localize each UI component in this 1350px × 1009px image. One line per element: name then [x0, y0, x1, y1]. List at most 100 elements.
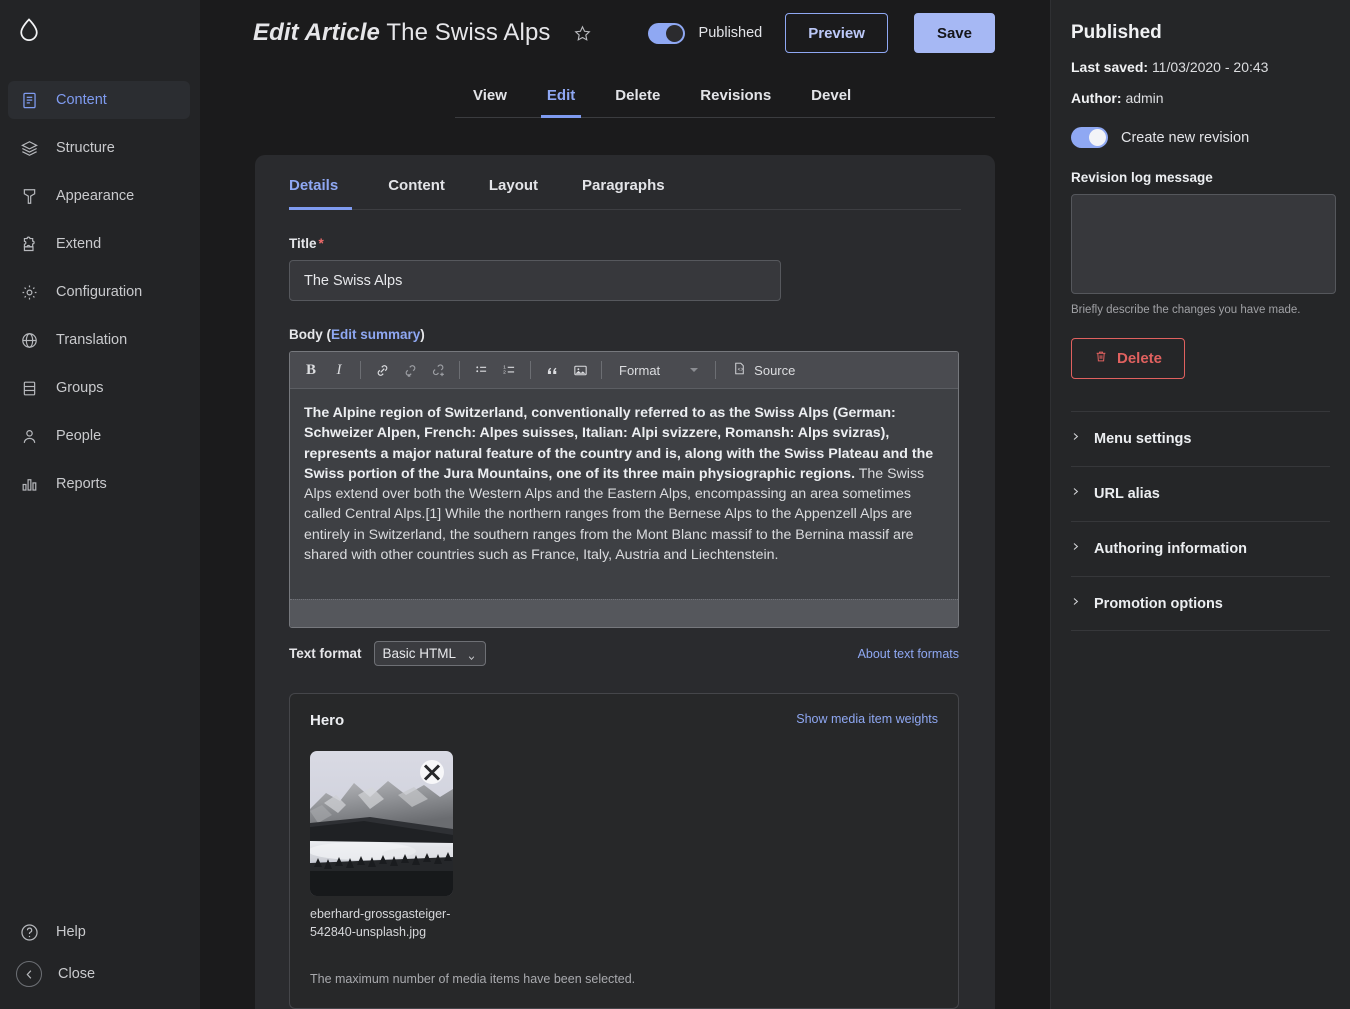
media-thumbnail[interactable]	[310, 751, 453, 896]
show-media-item-weights-link[interactable]: Show media item weights	[796, 712, 938, 726]
svg-text:<>: <>	[738, 367, 744, 373]
title-input[interactable]	[289, 260, 781, 301]
logo[interactable]	[0, 0, 200, 62]
author-label: Author:	[1071, 90, 1122, 106]
chevron-right-icon	[1071, 595, 1080, 613]
sidebar-item-label: People	[56, 427, 102, 444]
blockquote-icon[interactable]	[539, 357, 565, 383]
author-value: admin	[1125, 90, 1164, 106]
page-title-kicker: Edit Article	[253, 19, 381, 46]
add-link-icon[interactable]	[425, 357, 451, 383]
bulleted-list-icon[interactable]	[468, 357, 494, 383]
body-label-text: Body	[289, 327, 323, 342]
node-edit-card: Details Content Layout Paragraphs Title *…	[255, 155, 995, 1009]
media-filename: eberhard-grossgasteiger-542840-unsplash.…	[310, 907, 451, 939]
italic-button[interactable]: I	[326, 357, 352, 383]
published-toggle[interactable]	[647, 22, 685, 44]
tab-view[interactable]: View	[455, 87, 527, 118]
star-outline-icon[interactable]	[571, 23, 593, 45]
tab-devel[interactable]: Devel	[791, 87, 871, 118]
hero-media-field: Hero Show media item weights eberhard-gr…	[289, 693, 959, 1009]
accordion-label: Promotion options	[1094, 595, 1223, 612]
about-text-formats-link[interactable]: About text formats	[858, 647, 959, 661]
body-field-label: Body (Edit summary)	[289, 327, 961, 342]
app-root: Content Structure Appearance Extend Conf…	[0, 0, 1350, 1009]
content-scroll-area[interactable]: Details Content Layout Paragraphs Title *…	[200, 118, 1050, 1009]
help-button[interactable]: Help	[0, 911, 200, 953]
accordion-menu-settings[interactable]: Menu settings	[1071, 411, 1330, 466]
sidebar-item-extend[interactable]: Extend	[8, 225, 190, 263]
close-label: Close	[58, 966, 96, 982]
accordion-authoring-information[interactable]: Authoring information	[1071, 521, 1330, 576]
sidebar-item-translation[interactable]: Translation	[8, 321, 190, 359]
ckeditor-statusbar[interactable]	[290, 599, 958, 627]
hero-header: Hero Show media item weights	[310, 712, 938, 729]
tab-delete[interactable]: Delete	[595, 87, 680, 118]
ckeditor: B I 1 2 Format <> Source The Alpine regi…	[289, 351, 959, 628]
sidebar-item-configuration[interactable]: Configuration	[8, 273, 190, 311]
ckeditor-content[interactable]: The Alpine region of Switzerland, conven…	[290, 389, 958, 599]
form-tab-layout[interactable]: Layout	[467, 177, 560, 210]
create-new-revision-label: Create new revision	[1121, 129, 1250, 146]
form-tab-paragraphs[interactable]: Paragraphs	[560, 177, 687, 210]
accordion-promotion-options[interactable]: Promotion options	[1071, 576, 1330, 631]
text-format-select-wrap: Basic HTML	[373, 641, 486, 666]
sidebar-item-groups[interactable]: Groups	[8, 369, 190, 407]
title-field-group: Title *	[289, 236, 961, 301]
toolbar-divider	[530, 361, 531, 379]
toolbar-divider	[459, 361, 460, 379]
toolbar-divider	[360, 361, 361, 379]
link-icon[interactable]	[369, 357, 395, 383]
svg-text:2: 2	[503, 369, 506, 375]
puzzle-icon	[18, 233, 40, 255]
toggle-knob	[665, 24, 683, 42]
tab-edit[interactable]: Edit	[527, 87, 595, 118]
close-icon	[423, 763, 441, 781]
page-title-name: The Swiss Alps	[386, 19, 551, 46]
chevron-down-icon	[690, 368, 699, 372]
sidebar-item-structure[interactable]: Structure	[8, 129, 190, 167]
delete-button[interactable]: Delete	[1071, 338, 1186, 379]
tab-revisions[interactable]: Revisions	[680, 87, 791, 118]
sidebar-item-appearance[interactable]: Appearance	[8, 177, 190, 215]
person-icon	[18, 425, 40, 447]
sidebar-item-content[interactable]: Content	[8, 81, 190, 119]
unlink-icon[interactable]	[397, 357, 423, 383]
format-dropdown[interactable]: Format	[610, 357, 707, 383]
accordion-label: URL alias	[1094, 486, 1160, 502]
right-sidebar: Published Last saved: 11/03/2020 - 20:43…	[1050, 0, 1350, 1009]
form-tab-content[interactable]: Content	[366, 177, 467, 210]
accordion-url-alias[interactable]: URL alias	[1071, 466, 1330, 521]
close-sidebar-button[interactable]: Close	[0, 953, 200, 995]
revision-log-textarea[interactable]	[1071, 194, 1336, 294]
text-format-row: Text format Basic HTML About text format…	[289, 641, 959, 666]
edit-summary-link[interactable]: Edit summary	[331, 327, 420, 342]
paren-close: )	[420, 327, 425, 342]
form-tab-details[interactable]: Details	[289, 177, 366, 210]
save-button[interactable]: Save	[913, 13, 995, 53]
chevron-right-icon	[1071, 540, 1080, 558]
last-saved-label: Last saved:	[1071, 59, 1149, 75]
sidebar-item-people[interactable]: People	[8, 417, 190, 455]
paintbrush-icon	[18, 185, 40, 207]
sidebar-item-reports[interactable]: Reports	[8, 465, 190, 503]
required-marker: *	[318, 236, 324, 251]
numbered-list-icon[interactable]: 12	[496, 357, 522, 383]
gear-icon	[18, 281, 40, 303]
image-icon[interactable]	[567, 357, 593, 383]
remove-media-button[interactable]	[420, 760, 444, 784]
trash-icon	[1094, 349, 1108, 368]
toolbar-divider	[601, 361, 602, 379]
text-format-select[interactable]: Basic HTML	[373, 641, 486, 666]
bold-button[interactable]: B	[298, 357, 324, 383]
chevron-left-icon	[16, 961, 42, 987]
last-saved-value: 11/03/2020 - 20:43	[1151, 59, 1269, 75]
svg-text:1: 1	[503, 364, 506, 370]
preview-button[interactable]: Preview	[785, 13, 888, 53]
toggle-knob	[1089, 129, 1106, 146]
source-button[interactable]: <> Source	[724, 357, 803, 383]
bar-chart-icon	[18, 473, 40, 495]
sidebar-item-label: Content	[56, 91, 107, 108]
create-new-revision-toggle[interactable]	[1071, 127, 1108, 148]
drupal-droplet-icon	[14, 16, 44, 46]
